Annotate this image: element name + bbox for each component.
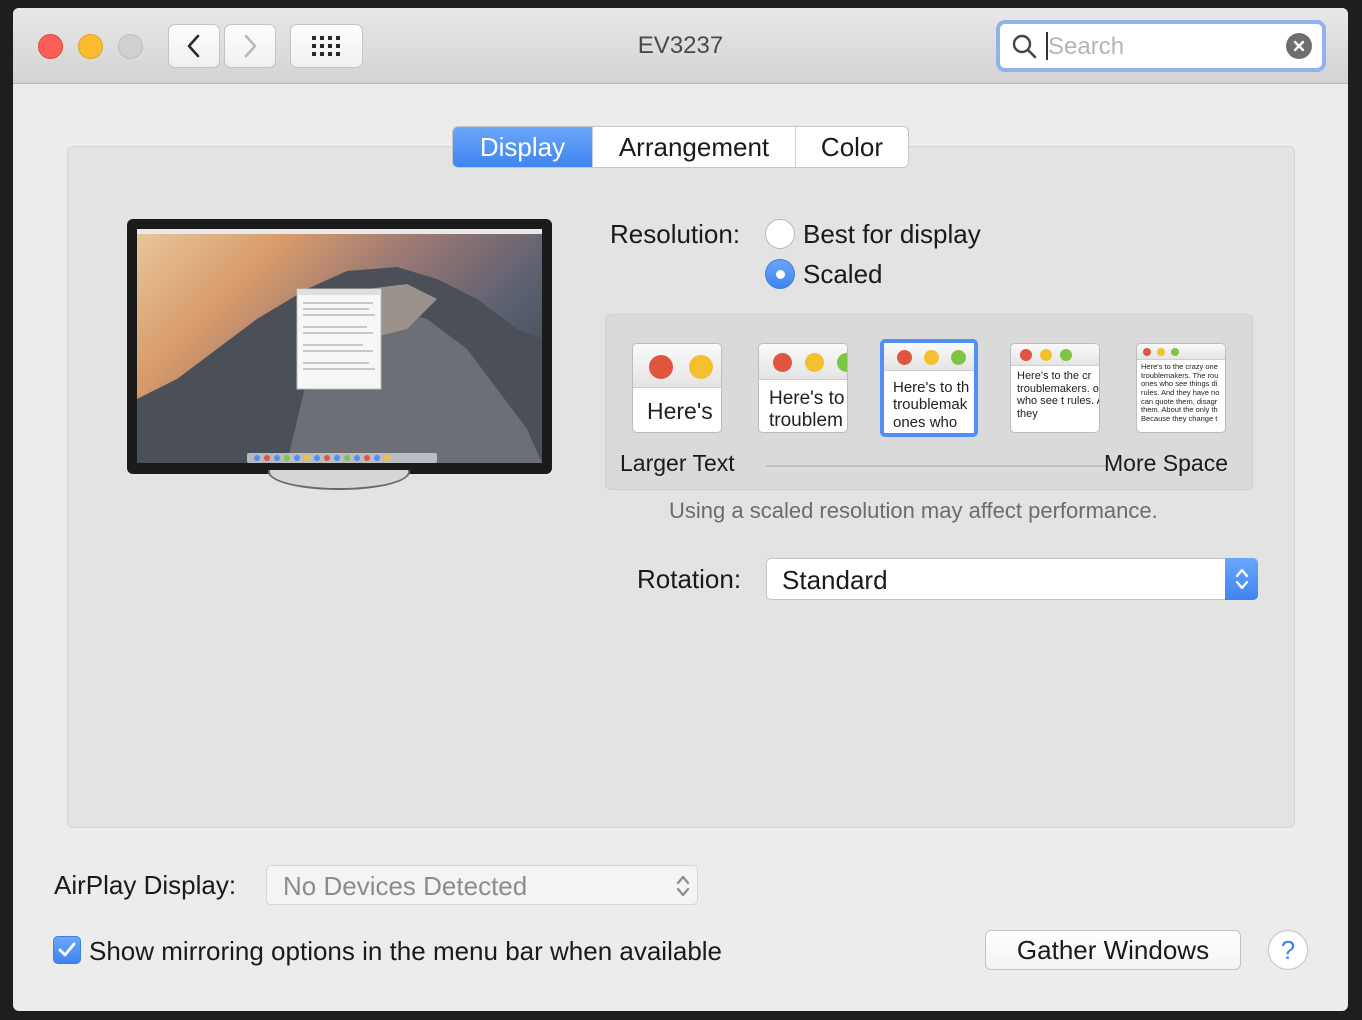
scale-slider-track <box>766 465 1106 467</box>
clear-search-icon[interactable] <box>1286 33 1312 59</box>
scale-option-3-text: Here's to th troublemak ones who <box>893 379 970 431</box>
desktop-wallpaper <box>137 229 542 463</box>
mirroring-label[interactable]: Show mirroring options in the menu bar w… <box>89 936 722 967</box>
rotation-value: Standard <box>782 565 888 595</box>
radio-best-for-display[interactable] <box>765 219 795 249</box>
scale-option-1-text: Here's <box>647 398 713 424</box>
search-field[interactable]: Search <box>996 20 1326 72</box>
scale-option-1[interactable]: Here's <box>632 343 722 433</box>
mirroring-checkbox[interactable] <box>53 936 81 964</box>
updown-chevron-icon <box>1225 558 1258 600</box>
rotation-popup[interactable]: Standard <box>766 558 1258 600</box>
monitor-image <box>127 219 552 474</box>
title-bar: EV3237 Search <box>13 8 1348 84</box>
tab-arrangement[interactable]: Arrangement <box>593 127 796 167</box>
scaled-label[interactable]: Scaled <box>803 259 883 290</box>
help-button[interactable]: ? <box>1268 930 1308 970</box>
resolution-label: Resolution: <box>610 219 741 249</box>
tab-display[interactable]: Display <box>453 127 593 167</box>
airplay-popup[interactable]: No Devices Detected <box>266 865 698 905</box>
search-placeholder: Search <box>1048 33 1125 60</box>
rotation-label: Rotation: <box>637 564 742 594</box>
more-space-label: More Space <box>1104 450 1229 476</box>
tab-bar: Display Arrangement Color <box>452 126 909 168</box>
scale-option-3[interactable]: Here's to th troublemak ones who <box>880 339 978 437</box>
radio-scaled[interactable] <box>765 259 795 289</box>
scale-option-4[interactable]: Here's to the cr troublemakers. ones who… <box>1010 343 1100 433</box>
scale-option-4-text: Here's to the cr troublemakers. ones who… <box>1017 370 1099 420</box>
larger-text-label: Larger Text <box>620 450 735 476</box>
scale-option-2-text: Here's to troublem <box>769 388 845 431</box>
airplay-value: No Devices Detected <box>283 871 528 901</box>
text-cursor <box>1046 32 1048 60</box>
airplay-label: AirPlay Display: <box>54 870 237 900</box>
best-for-display-label[interactable]: Best for display <box>803 219 981 250</box>
scale-option-5-text: Here's to the crazy one troublemakers. T… <box>1141 362 1220 423</box>
tab-color[interactable]: Color <box>796 127 908 167</box>
scale-option-5[interactable]: Here's to the crazy one troublemakers. T… <box>1136 343 1226 433</box>
performance-note: Using a scaled resolution may affect per… <box>669 498 1158 523</box>
preferences-window: EV3237 Search Display Arrangement Color <box>13 8 1348 1011</box>
gather-windows-button[interactable]: Gather Windows <box>985 930 1241 970</box>
scale-option-2[interactable]: Here's to troublem <box>758 343 848 433</box>
search-icon <box>1012 34 1037 59</box>
checkmark-icon <box>58 942 76 957</box>
updown-chevron-icon <box>676 875 690 897</box>
